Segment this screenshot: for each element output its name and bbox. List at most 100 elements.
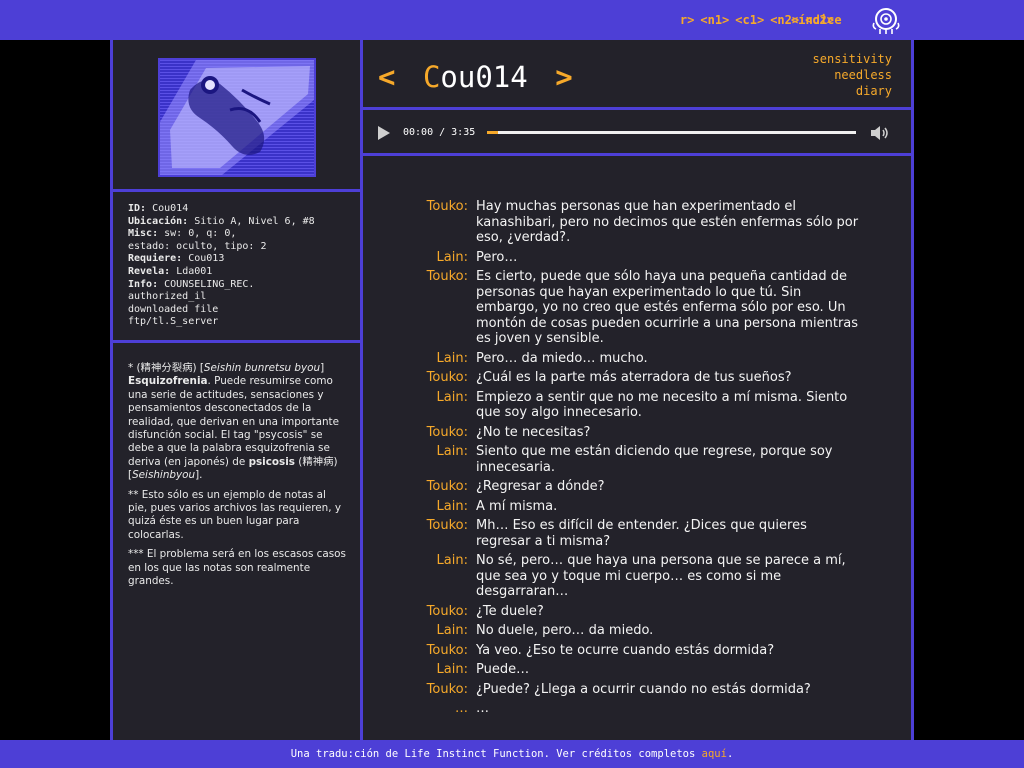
speaker-name: Lain: [436,498,468,514]
dialog-line: Touko: ¿Cuál es la parte más aterradora d… [376,370,862,386]
tag-diary[interactable]: diary [772,83,892,99]
dialog-text: ¿Puede? ¿Llega a ocurrir cuando no estás… [476,681,811,697]
speaker-name: Touko: [426,681,468,697]
speaker-name: Touko: [426,424,468,440]
metadata-panel: ID: Cou014 Ubicación: Sitio A, Nivel 6, … [128,203,348,329]
dialog-line: Lain: Puede… [376,662,862,678]
misc-label: Misc: [128,228,159,240]
dialog-line: Lain: Siento que me están diciendo que re… [376,444,862,475]
dialog-line: Touko: ¿Te duele? [376,604,862,620]
requiere-label: Requiere: [128,253,183,265]
speaker-name: Touko: [426,642,468,658]
dialog-text: ¿No te necesitas? [476,424,591,440]
dialog-transcript: Touko: Hay muchas personas que han experi… [376,199,862,721]
dialog-text: ¿Te duele? [476,603,544,619]
speaker-name: Lain: [436,249,468,265]
nav-n1[interactable]: <n1> [700,13,729,27]
logo-icon[interactable] [870,5,902,35]
dialog-line: Touko: ¿No te necesitas? [376,425,862,441]
column-divider [360,40,363,740]
dialog-line: Touko: Ya veo. ¿Eso te ocurre cuando está… [376,643,862,659]
dialog-line: Lain: Pero… [376,250,862,266]
speaker-name: Touko: [426,199,468,214]
footer: Una tradu:ción de Life Instinct Function… [0,740,1024,768]
title-rest: ou014 [440,60,528,94]
thumbnail-image [158,58,316,177]
title-first-letter: C [422,60,441,94]
dialog-line: Lain: Empiezo a sentir que no me necesito… [376,390,862,421]
top-bar: r> <n1> <c1> <n2> <c2> <índice [0,0,1024,40]
play-icon[interactable] [378,126,390,140]
dialog-line: Touko: Mh… Eso es difícil de entender. ¿D… [376,518,862,549]
speaker-name: Lain: [436,553,468,568]
misc-value-2: estado: oculto, tipo: 2 [128,240,267,252]
speaker-name: Touko: [426,479,468,494]
dialog-line: Lain: No duele, pero… da miedo. [376,623,862,639]
dialog-line: Touko: Hay muchas personas que han experi… [376,199,862,246]
tag-list: sensitivity needless diary [772,51,892,99]
dialog-text: Pero… [476,249,518,265]
tag-needless[interactable]: needless [772,67,892,83]
dialog-line: Touko: ¿Puede? ¿Llega a ocurrir cuando no… [376,682,862,698]
nav-c1[interactable]: <c1> [735,13,764,27]
speaker-name: Touko: [426,269,468,284]
footer-end: . [726,748,734,760]
revela-label: Revela: [128,265,171,277]
page-title: < Cou014 > [378,58,573,98]
footnotes-panel: * (精神分裂病) [Seishin bunretsu byou] Esquiz… [128,362,346,595]
dialog-text: Empiezo a sentir que no me necesito a mí… [476,389,848,421]
footnote-2: ** Esto sólo es un ejemplo de notas al p… [128,488,341,541]
requiere-value: Cou013 [188,253,225,265]
dialog-line: …… [376,701,862,717]
id-value: Cou014 [152,203,189,214]
next-arrow[interactable]: > [555,60,572,94]
dialog-text: A mí misma. [476,498,558,514]
dialog-line: Lain: A mí misma. [376,499,862,515]
info-value: COUNSELING_REC. [164,278,255,290]
ubicacion-value: Sitio A, Nivel 6, #8 [194,215,315,227]
footnote-1: * (精神分裂病) [Seishin bunretsu byou] Esquiz… [128,362,340,482]
dialog-text: No sé, pero… que haya una persona que se… [476,553,846,599]
prev-arrow[interactable]: < [378,60,395,94]
dialog-text: Puede… [476,662,530,677]
dialog-text: … [476,701,489,716]
speaker-name: Lain: [436,623,468,638]
ubicacion-label: Ubicación: [128,215,189,227]
info-extra-3: ftp/tl.S_server [128,316,219,328]
credits-link[interactable]: aquí [702,748,727,760]
speaker-name: Lain: [436,350,468,366]
nav-r[interactable]: r> [680,13,694,27]
dialog-text: Hay muchas personas que han experimentad… [476,199,859,245]
info-extra-1: authorized_il [128,291,207,303]
divider-left-1 [110,189,360,192]
dialog-text: Mh… Eso es difícil de entender. ¿Dices q… [476,518,807,549]
tag-sensitivity[interactable]: sensitivity [772,51,892,67]
info-extra-2: downloaded file [128,303,219,315]
footnote-3: *** El problema será en los escasos caso… [128,548,346,588]
dialog-text: Pero… da miedo… mucho. [476,350,648,366]
revela-value: Lda001 [176,265,213,277]
dialog-line: Lain: Pero… da miedo… mucho. [376,351,862,367]
time-display: 00:00 / 3:35 [403,127,476,138]
seek-progress [487,131,499,134]
misc-value: sw: 0, q: 0, [164,228,237,240]
audio-player: 00:00 / 3:35 [376,122,896,144]
id-label: ID: [128,203,147,214]
dialog-text: ¿Regresar a dónde? [476,479,605,494]
dialog-line: Lain: No sé, pero… que haya una persona q… [376,553,862,600]
volume-icon[interactable] [870,125,890,141]
dialog-text: ¿Cuál es la parte más aterradora de tus … [476,370,792,385]
dialog-text: Es cierto, puede que sólo haya una peque… [476,269,859,346]
seek-bar[interactable] [487,131,856,134]
divider-right-1 [363,107,914,110]
dialog-line: Touko: Es cierto, puede que sólo haya una… [376,269,862,347]
dialog-text: Siento que me están diciendo que regrese… [476,444,833,475]
nav-index[interactable]: <índice [791,13,842,27]
footer-text: Una tradu:ción de Life Instinct Function… [290,748,702,760]
divider-right-2 [363,153,914,156]
dialog-line: Touko: ¿Regresar a dónde? [376,479,862,495]
speaker-name: Touko: [426,603,468,619]
speaker-name: Lain: [436,389,468,405]
dialog-text: No duele, pero… da miedo. [476,623,654,638]
speaker-name: Touko: [426,518,468,533]
